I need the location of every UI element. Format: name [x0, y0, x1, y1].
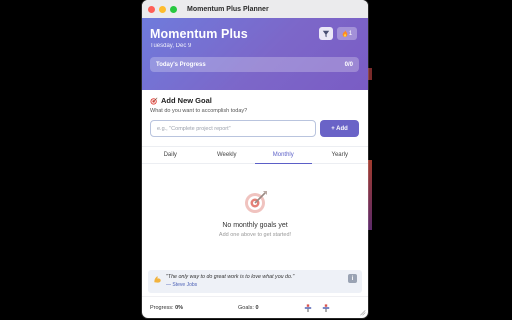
todays-progress-bar: Today's Progress 0/0 — [150, 57, 359, 72]
pin-icon[interactable] — [304, 303, 312, 312]
header: Momentum Plus Tuesday, Dec 9 1 Today's P… — [142, 18, 368, 90]
info-icon[interactable]: i — [348, 274, 357, 283]
status-icons — [304, 303, 330, 312]
progress-value: 0/0 — [344, 61, 353, 68]
zoom-window-button[interactable] — [170, 5, 177, 13]
goal-input[interactable] — [150, 120, 316, 137]
progress-label: Today's Progress — [156, 61, 206, 68]
tab-monthly[interactable]: Monthly — [255, 147, 312, 164]
add-goal-title: Add New Goal — [161, 96, 212, 105]
add-goal-button[interactable]: + Add — [320, 120, 359, 137]
close-window-button[interactable] — [148, 5, 155, 13]
status-bar: Progress: 0% Goals: 0 — [142, 296, 368, 318]
date-label: Tuesday, Dec 9 — [150, 43, 192, 49]
add-goal-subtitle: What do you want to accomplish today? — [150, 108, 248, 114]
tab-yearly[interactable]: Yearly — [312, 147, 369, 163]
status-progress-value: 0% — [175, 304, 184, 311]
streak-badge[interactable]: 1 — [337, 27, 357, 40]
status-progress-label: Progress: — [150, 304, 174, 311]
status-goals-value: 0 — [255, 304, 259, 311]
app-window: Momentum Plus Planner Momentum Plus Tues… — [142, 0, 368, 318]
title-bar: Momentum Plus Planner — [142, 0, 368, 18]
minimize-window-button[interactable] — [159, 5, 166, 13]
flame-icon — [342, 30, 348, 37]
empty-state: No monthly goals yet Add one above to ge… — [142, 164, 368, 265]
add-goal-row: + Add — [150, 120, 360, 137]
status-goals: Goals: 0 — [238, 305, 298, 311]
tab-daily[interactable]: Daily — [142, 147, 199, 163]
quote-text: "The only way to do great work is to lov… — [166, 274, 295, 280]
resize-grip-icon[interactable] — [359, 309, 366, 316]
desktop-background-left — [0, 0, 142, 320]
pin-icon[interactable] — [322, 303, 330, 312]
empty-state-title: No monthly goals yet — [222, 222, 288, 229]
window-title: Momentum Plus Planner — [187, 5, 269, 13]
desktop-background-right — [366, 0, 512, 320]
quote-author: — Steve Jobs — [166, 282, 198, 289]
period-tabs: Daily Weekly Monthly Yearly — [142, 146, 368, 164]
add-goal-section: Add New Goal What do you want to accompl… — [142, 90, 368, 137]
dart-target-icon — [244, 190, 267, 213]
funnel-icon — [322, 30, 330, 37]
streak-count: 1 — [348, 30, 353, 37]
quote-card: "The only way to do great work is to lov… — [148, 270, 362, 293]
dart-target-icon — [150, 97, 158, 105]
flexed-biceps-icon — [153, 275, 162, 286]
tab-weekly[interactable]: Weekly — [199, 147, 256, 163]
status-goals-label: Goals: — [238, 304, 254, 311]
empty-state-subtitle: Add one above to get started! — [218, 232, 292, 238]
filter-button[interactable] — [319, 27, 333, 40]
add-goal-heading: Add New Goal — [150, 96, 360, 105]
status-progress: Progress: 0% — [150, 305, 238, 311]
